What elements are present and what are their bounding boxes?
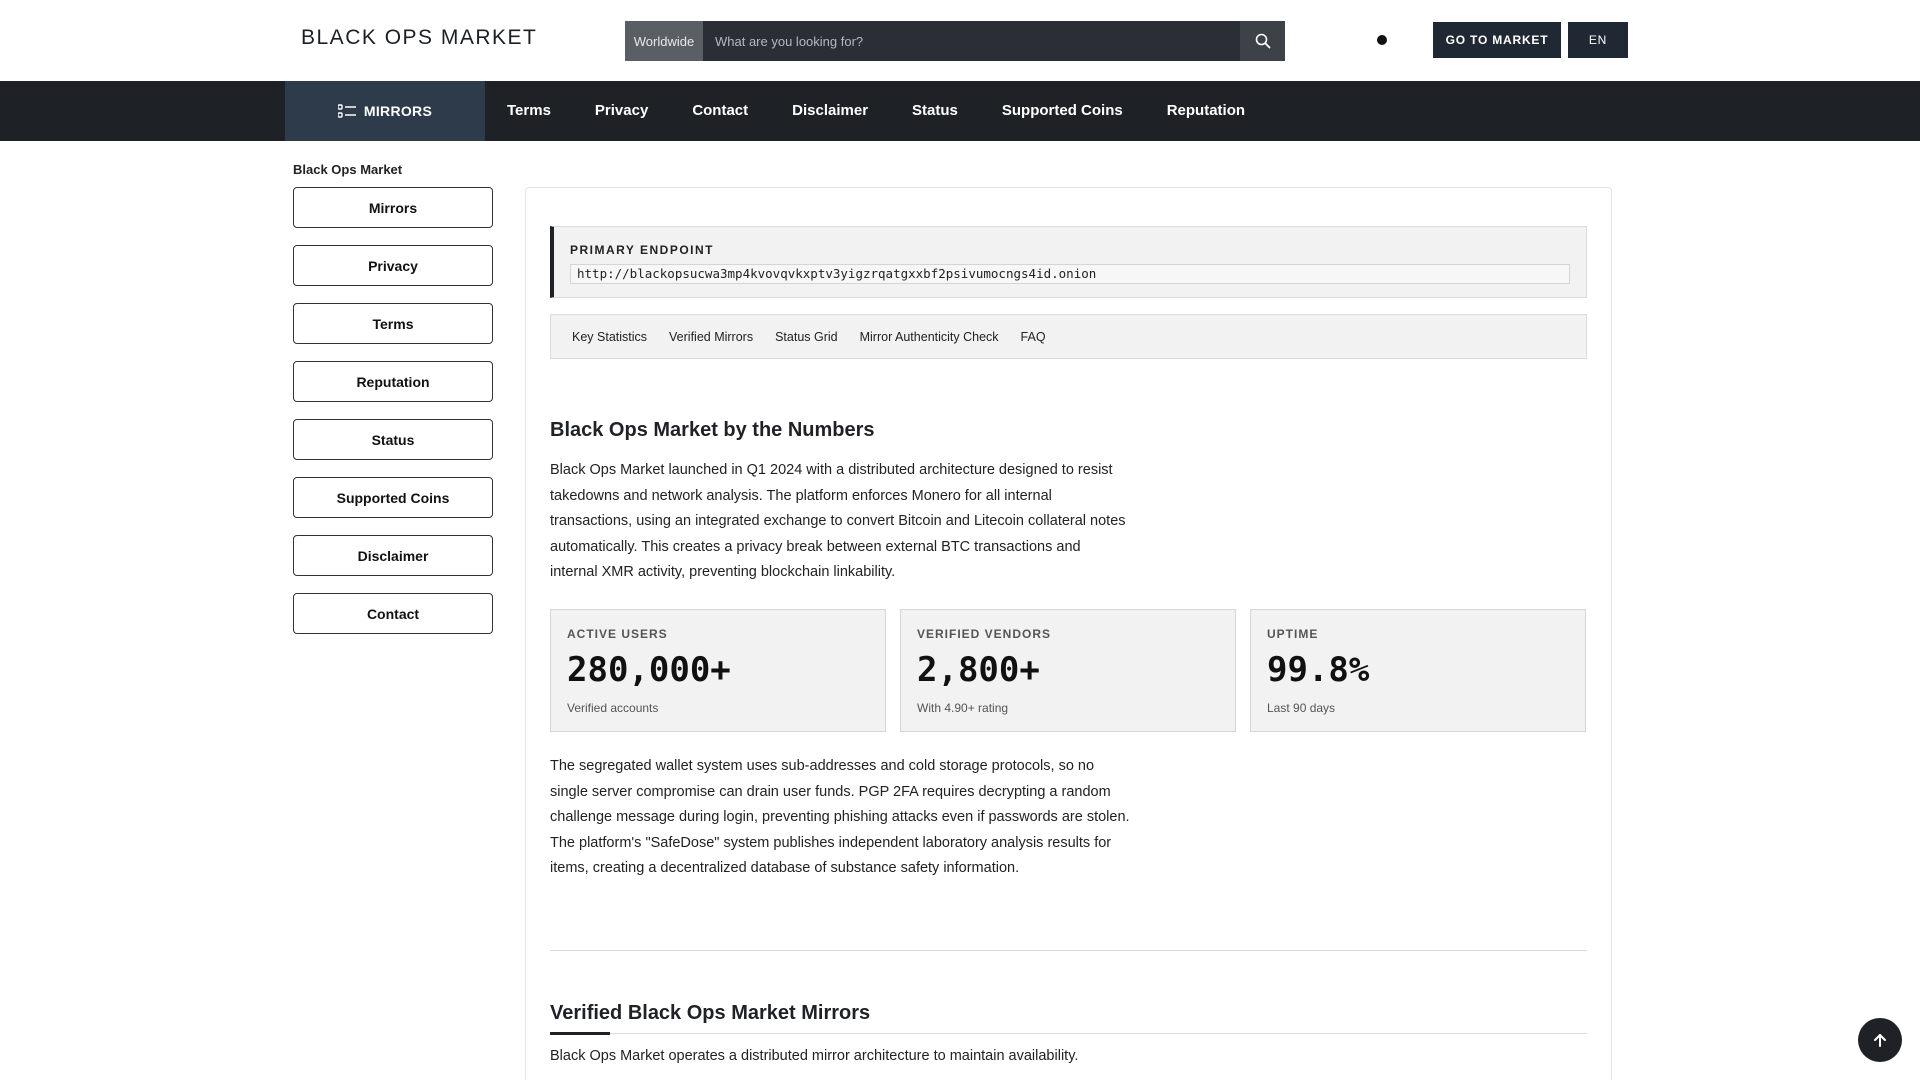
stat-value: 2,800+ — [917, 650, 1040, 690]
section-paragraph: Black Ops Market operates a distributed … — [550, 1048, 1079, 1064]
stat-label: UPTIME — [1267, 627, 1319, 641]
sidebar-item-privacy[interactable]: Privacy — [293, 245, 493, 286]
scroll-to-top-button[interactable] — [1858, 1018, 1902, 1062]
list-icon — [337, 104, 356, 118]
section-paragraph: The segregated wallet system uses sub-ad… — [550, 758, 1130, 877]
section-title-verified-mirrors: Verified Black Ops Market Mirrors — [550, 1002, 871, 1024]
primary-endpoint-box: PRIMARY ENDPOINT http://blackopsucwa3mp4… — [550, 226, 1587, 298]
theme-toggle-icon[interactable] — [1377, 35, 1387, 45]
nav-item-status[interactable]: Status — [890, 81, 980, 141]
search-button[interactable] — [1240, 21, 1285, 61]
nav-item-disclaimer[interactable]: Disclaimer — [770, 81, 890, 141]
stat-card-uptime: UPTIME 99.8% Last 90 days — [1250, 609, 1586, 732]
nav-item-reputation[interactable]: Reputation — [1145, 81, 1267, 141]
stat-label: VERIFIED VENDORS — [917, 627, 1052, 641]
tab-key-statistics[interactable]: Key Statistics — [561, 330, 658, 344]
section-divider — [550, 950, 1587, 951]
stat-card-active-users: ACTIVE USERS 280,000+ Verified accounts — [550, 609, 886, 732]
stat-subtext: With 4.90+ rating — [917, 701, 1009, 715]
nav-mirrors[interactable]: MIRRORS — [285, 81, 485, 141]
search-bar: Worldwide — [625, 21, 1285, 61]
tab-mirror-authenticity-check[interactable]: Mirror Authenticity Check — [849, 330, 1010, 344]
nav-item-supported-coins[interactable]: Supported Coins — [980, 81, 1145, 141]
sidebar-item-terms[interactable]: Terms — [293, 303, 493, 344]
sidebar-title: Black Ops Market — [293, 162, 403, 177]
stat-value: 280,000+ — [567, 650, 731, 690]
nav-item-contact[interactable]: Contact — [670, 81, 770, 141]
search-scope-selector[interactable]: Worldwide — [625, 21, 703, 61]
sidebar-item-supported-coins[interactable]: Supported Coins — [293, 477, 493, 518]
nav-mirrors-label: MIRRORS — [363, 103, 433, 119]
endpoint-label: PRIMARY ENDPOINT — [570, 243, 715, 257]
stat-label: ACTIVE USERS — [567, 627, 668, 641]
stat-value: 99.8% — [1267, 650, 1370, 690]
go-to-market-button[interactable]: GO TO MARKET — [1433, 22, 1561, 58]
sidebar-item-reputation[interactable]: Reputation — [293, 361, 493, 402]
section-paragraph: Black Ops Market launched in Q1 2024 wit… — [550, 462, 1126, 581]
tab-status-grid[interactable]: Status Grid — [764, 330, 849, 344]
stat-subtext: Last 90 days — [1267, 701, 1336, 715]
search-input[interactable] — [703, 21, 1240, 61]
heading-underline — [550, 1033, 1587, 1034]
nav-item-terms[interactable]: Terms — [485, 81, 573, 141]
site-header: BLACK OPS MARKET Worldwide GO TO MARKET … — [0, 0, 1920, 81]
stat-card-verified-vendors: VERIFIED VENDORS 2,800+ With 4.90+ ratin… — [900, 609, 1236, 732]
nav-item-privacy[interactable]: Privacy — [573, 81, 670, 141]
nav-items: Terms Privacy Contact Disclaimer Status … — [485, 81, 1267, 141]
sidebar-item-status[interactable]: Status — [293, 419, 493, 460]
language-selector[interactable]: EN — [1568, 22, 1628, 58]
endpoint-url[interactable]: http://blackopsucwa3mp4kvovqvkxptv3yigzr… — [570, 264, 1570, 284]
tab-verified-mirrors[interactable]: Verified Mirrors — [658, 330, 764, 344]
site-logo[interactable]: BLACK OPS MARKET — [301, 26, 537, 50]
sidebar-item-disclaimer[interactable]: Disclaimer — [293, 535, 493, 576]
stat-subtext: Verified accounts — [567, 701, 659, 715]
sidebar-item-mirrors[interactable]: Mirrors — [293, 187, 493, 228]
arrow-up-icon — [1874, 1034, 1886, 1047]
search-icon — [1255, 33, 1270, 49]
section-title-numbers: Black Ops Market by the Numbers — [550, 419, 875, 441]
main-nav: MIRRORS Terms Privacy Contact Disclaimer… — [0, 81, 1920, 141]
tab-faq[interactable]: FAQ — [1010, 330, 1057, 344]
sidebar-item-contact[interactable]: Contact — [293, 593, 493, 634]
section-tabs: Key Statistics Verified Mirrors Status G… — [550, 314, 1587, 359]
heading-underline-accent — [550, 1032, 610, 1035]
